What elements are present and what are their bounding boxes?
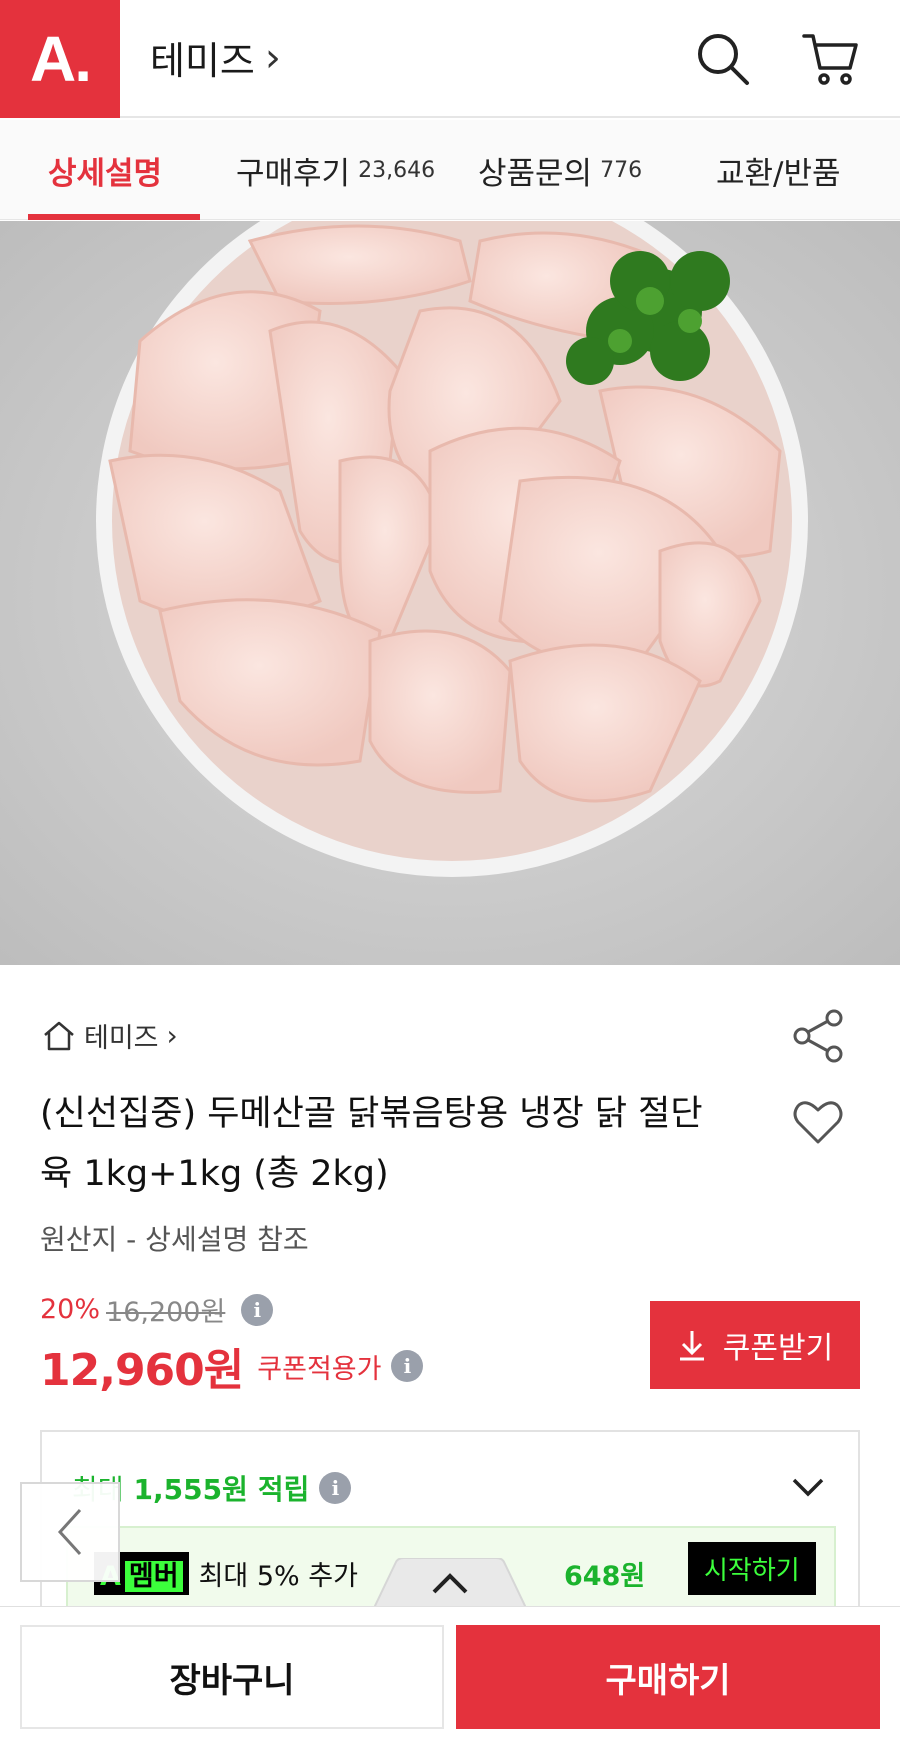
back-button[interactable]	[20, 1482, 120, 1582]
breadcrumb[interactable]: 테미즈 ›	[42, 1016, 178, 1055]
cart-button-label: 장바구니	[169, 1660, 295, 1701]
chevron-right-icon: ›	[264, 34, 281, 81]
bottom-action-bar: 장바구니 구매하기	[0, 1606, 900, 1744]
discount-rate: 20%	[40, 1294, 101, 1325]
info-icon[interactable]: i	[391, 1350, 424, 1382]
origin-info: 원산지 - 상세설명 참조	[40, 1223, 309, 1256]
buy-button-label: 구매하기	[605, 1660, 731, 1701]
home-icon	[44, 1021, 74, 1050]
store-name: 테미즈	[150, 39, 255, 83]
download-icon	[679, 1331, 704, 1361]
tab-inquiry[interactable]: 상품문의 776	[478, 120, 642, 220]
chevron-right-icon: ›	[166, 1019, 178, 1052]
product-image[interactable]	[0, 221, 900, 965]
price-row: 12,960원 쿠폰적용가 i	[40, 1334, 424, 1398]
reward-amount: 1,555원	[133, 1473, 248, 1506]
info-icon[interactable]: i	[241, 1293, 274, 1326]
product-title: (신선집중) 두메산골 닭볶음탕용 냉장 닭 절단육 1kg+1kg (총 2k…	[40, 1094, 703, 1194]
expand-handle[interactable]	[374, 1558, 526, 1608]
tab-label: 구매후기	[236, 155, 351, 192]
start-button[interactable]: 시작하기	[688, 1542, 816, 1595]
tab-label: 상품문의	[478, 155, 593, 192]
info-icon[interactable]: i	[319, 1472, 352, 1504]
chevron-left-icon	[57, 1508, 82, 1556]
tab-returns[interactable]: 교환/반품	[716, 120, 841, 220]
sale-price: 12,960원	[40, 1345, 244, 1396]
active-tab-indicator	[28, 214, 200, 220]
store-link[interactable]: 테미즈 ›	[150, 30, 281, 85]
inquiry-count: 776	[600, 157, 643, 183]
member-badge-label: 멤버	[124, 1561, 183, 1592]
original-price: 16,200원	[106, 1297, 226, 1328]
heart-icon[interactable]	[790, 1094, 846, 1150]
app-header: A. 테미즈 ›	[0, 0, 900, 118]
tab-label: 교환/반품	[716, 155, 841, 192]
breadcrumb-store: 테미즈	[84, 1023, 159, 1054]
coupon-label: 쿠폰받기	[722, 1331, 834, 1366]
member-text: 최대 5% 추가	[198, 1561, 358, 1592]
search-icon[interactable]	[692, 28, 754, 90]
discount-row: 20% 16,200원 i	[40, 1290, 274, 1329]
product-tabs: 상세설명 구매후기 23,646 상품문의 776 교환/반품	[0, 120, 900, 220]
review-count: 23,646	[358, 157, 436, 183]
member-amount: 648원	[564, 1561, 646, 1592]
chevron-down-icon[interactable]	[788, 1472, 828, 1502]
cart-icon[interactable]	[800, 28, 862, 90]
reward-suffix: 적립	[257, 1473, 310, 1506]
share-icon[interactable]	[790, 1008, 846, 1064]
coupon-button[interactable]: 쿠폰받기	[650, 1301, 860, 1389]
tab-label: 상세설명	[48, 155, 163, 192]
brand-logo[interactable]: A.	[0, 0, 120, 118]
buy-button[interactable]: 구매하기	[456, 1625, 880, 1729]
logo-text: A.	[30, 23, 92, 95]
price-label: 쿠폰적용가	[257, 1353, 382, 1385]
tab-reviews[interactable]: 구매후기 23,646	[236, 120, 435, 220]
tab-detail[interactable]: 상세설명	[48, 120, 162, 220]
add-to-cart-button[interactable]: 장바구니	[20, 1625, 444, 1729]
